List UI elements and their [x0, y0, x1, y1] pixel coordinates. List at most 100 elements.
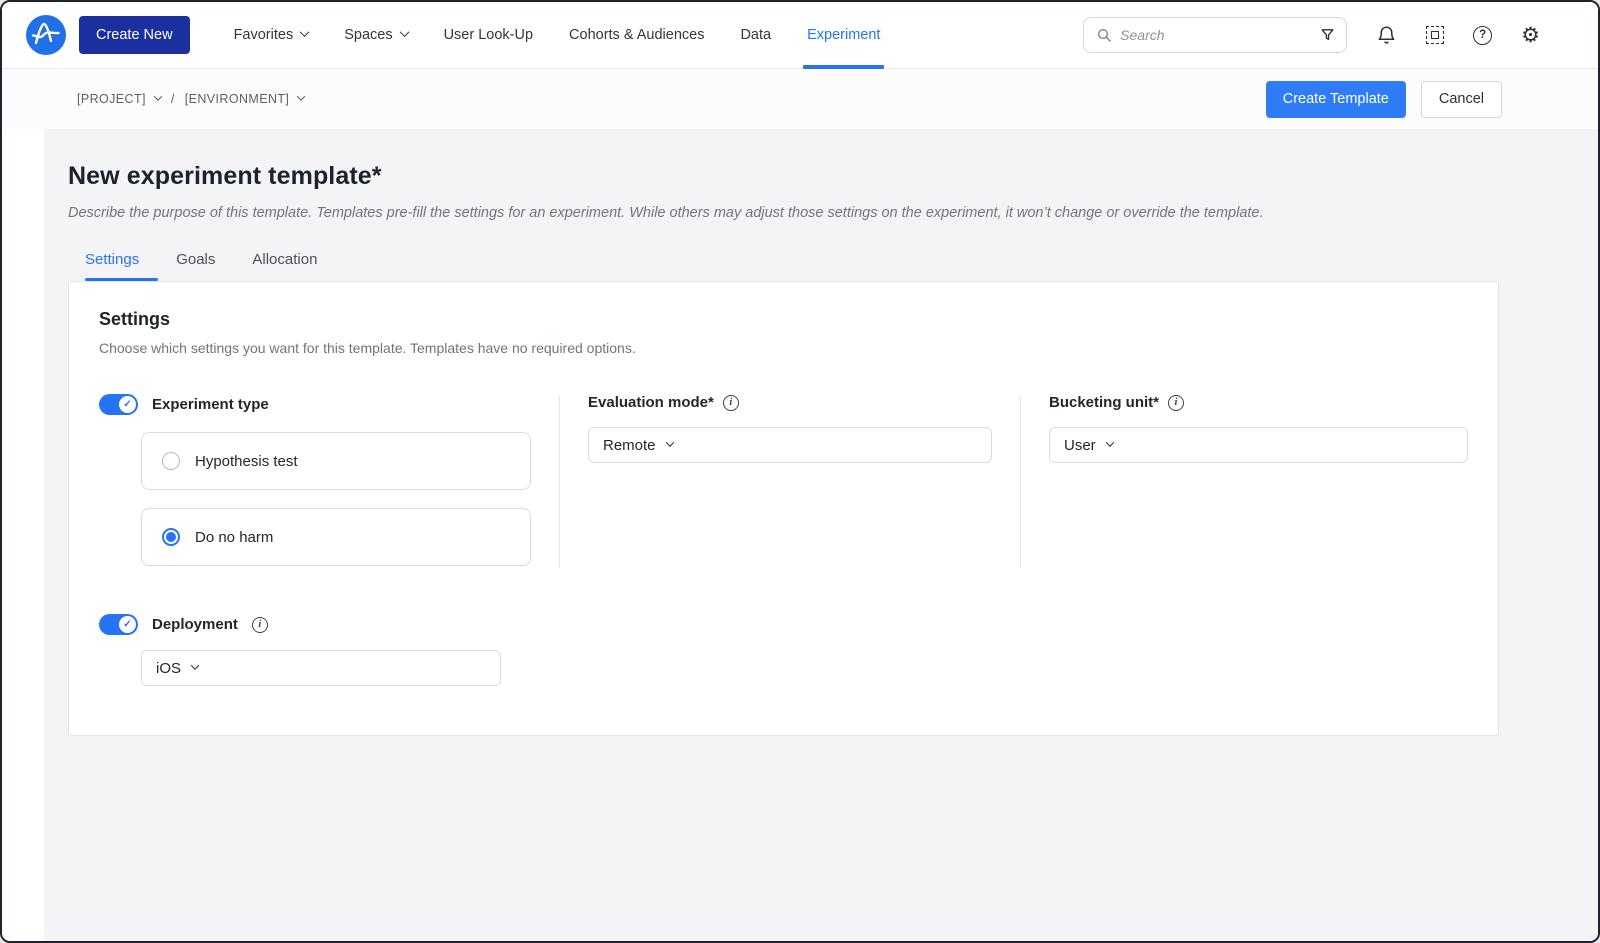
tab-allocation[interactable]: Allocation: [252, 251, 317, 281]
inner-square: [1431, 31, 1439, 39]
deployment-section: ✓ Deployment i iOS: [99, 614, 1468, 686]
nav-icon-group: ? ⚙: [1376, 25, 1540, 46]
deployment-label: Deployment: [152, 616, 238, 633]
help-icon: ?: [1473, 26, 1492, 45]
active-tab-underline: [85, 278, 158, 281]
page-toolbar: [PROJECT] / [ENVIRONMENT] Create Templat…: [2, 69, 1598, 129]
nav-item-label: Experiment: [807, 27, 880, 43]
cancel-button[interactable]: Cancel: [1421, 81, 1502, 118]
breadcrumb-project-label: [PROJECT]: [77, 92, 146, 106]
frame-select-button[interactable]: [1426, 26, 1444, 44]
tab-label: Settings: [85, 251, 139, 268]
chevron-down-icon: [191, 661, 199, 669]
page-description: Describe the purpose of this template. T…: [68, 205, 1499, 221]
left-gutter: [2, 129, 44, 941]
breadcrumb-separator: /: [171, 92, 175, 106]
create-template-button[interactable]: Create Template: [1266, 81, 1406, 118]
nav-item-spaces[interactable]: Spaces: [326, 2, 425, 68]
tab-settings[interactable]: Settings: [85, 251, 139, 281]
tab-label: Goals: [176, 251, 215, 268]
option-do-no-harm[interactable]: Do no harm: [141, 508, 531, 566]
search-input[interactable]: [1120, 27, 1311, 43]
tab-goals[interactable]: Goals: [176, 251, 215, 281]
gear-icon: ⚙: [1521, 25, 1540, 46]
primary-nav: Favorites Spaces User Look-Up Cohorts & …: [216, 2, 899, 68]
experiment-type-toggle-row: ✓ Experiment type: [99, 394, 559, 415]
nav-item-label: User Look-Up: [444, 27, 533, 43]
option-hypothesis-test[interactable]: Hypothesis test: [141, 432, 531, 490]
deployment-select[interactable]: iOS: [141, 650, 501, 686]
breadcrumb: [PROJECT] / [ENVIRONMENT]: [77, 92, 304, 106]
chevron-down-icon: [300, 27, 310, 37]
amplitude-logo-icon[interactable]: [26, 15, 66, 55]
toggle-check-icon: ✓: [119, 396, 136, 413]
breadcrumb-environment-dropdown[interactable]: [ENVIRONMENT]: [185, 92, 305, 106]
main-content: New experiment template* Describe the pu…: [44, 129, 1598, 941]
radio-selected-icon[interactable]: [162, 528, 180, 546]
breadcrumb-project-dropdown[interactable]: [PROJECT]: [77, 92, 161, 106]
nav-item-user-look-up[interactable]: User Look-Up: [426, 2, 551, 68]
info-icon[interactable]: i: [1168, 395, 1184, 411]
settings-panel: Settings Choose which settings you want …: [68, 281, 1499, 736]
bucketing-unit-select[interactable]: User: [1049, 427, 1468, 463]
global-search[interactable]: [1083, 17, 1347, 53]
select-value: iOS: [156, 660, 181, 677]
search-icon: [1096, 27, 1112, 43]
experiment-type-label: Experiment type: [152, 396, 269, 413]
evaluation-mode-select[interactable]: Remote: [588, 427, 992, 463]
toggle-check-icon: ✓: [119, 616, 136, 633]
select-value: Remote: [603, 437, 656, 454]
option-label: Hypothesis test: [195, 453, 298, 470]
amplitude-logo-svg: [26, 15, 66, 55]
chevron-down-icon: [297, 92, 305, 100]
chevron-down-icon: [399, 27, 409, 37]
radio-unselected-icon[interactable]: [162, 452, 180, 470]
experiment-type-toggle[interactable]: ✓: [99, 394, 138, 415]
filter-funnel-icon: [1319, 27, 1336, 44]
radio-dot: [166, 532, 176, 542]
dashed-frame-icon: [1426, 26, 1444, 44]
info-icon[interactable]: i: [252, 617, 268, 633]
deployment-toggle[interactable]: ✓: [99, 614, 138, 635]
chevron-down-icon: [1105, 438, 1113, 446]
experiment-type-options: Hypothesis test Do no harm: [141, 432, 559, 566]
panel-subheading: Choose which settings you want for this …: [99, 340, 1468, 356]
evaluation-mode-label-row: Evaluation mode* i: [588, 394, 992, 411]
page-title: New experiment template*: [68, 162, 1499, 191]
bucketing-unit-section: Bucketing unit* i User: [1021, 394, 1468, 568]
evaluation-mode-label: Evaluation mode*: [588, 394, 714, 411]
search-filter-button[interactable]: [1319, 27, 1336, 44]
app-window: Create New Favorites Spaces User Look-Up…: [0, 0, 1600, 943]
breadcrumb-environment-label: [ENVIRONMENT]: [185, 92, 290, 106]
select-value: User: [1064, 437, 1096, 454]
notifications-button[interactable]: [1376, 25, 1397, 46]
active-nav-underline: [803, 65, 884, 69]
bell-icon: [1376, 25, 1397, 46]
settings-columns: ✓ Experiment type Hypothesis test: [99, 394, 1468, 568]
experiment-type-section: ✓ Experiment type Hypothesis test: [99, 394, 559, 568]
deployment-toggle-row: ✓ Deployment i: [99, 614, 1468, 635]
bucketing-unit-label-row: Bucketing unit* i: [1049, 394, 1468, 411]
nav-item-label: Spaces: [344, 27, 392, 43]
nav-item-label: Data: [740, 27, 771, 43]
create-new-button[interactable]: Create New: [79, 16, 190, 54]
nav-item-data[interactable]: Data: [722, 2, 789, 68]
help-glyph: ?: [1479, 29, 1486, 41]
chevron-down-icon: [154, 92, 162, 100]
content-row: New experiment template* Describe the pu…: [2, 129, 1598, 941]
nav-item-favorites[interactable]: Favorites: [216, 2, 327, 68]
nav-item-label: Cohorts & Audiences: [569, 27, 704, 43]
nav-item-experiment[interactable]: Experiment: [789, 2, 898, 68]
info-icon[interactable]: i: [723, 395, 739, 411]
panel-heading: Settings: [99, 309, 1468, 330]
tab-label: Allocation: [252, 251, 317, 268]
top-nav: Create New Favorites Spaces User Look-Up…: [2, 2, 1598, 69]
help-button[interactable]: ?: [1473, 26, 1492, 45]
template-tabs: Settings Goals Allocation: [68, 251, 1499, 281]
nav-item-label: Favorites: [234, 27, 294, 43]
settings-button[interactable]: ⚙: [1521, 25, 1540, 46]
option-label: Do no harm: [195, 529, 273, 546]
evaluation-mode-section: Evaluation mode* i Remote: [560, 394, 1020, 568]
chevron-down-icon: [665, 438, 673, 446]
nav-item-cohorts-audiences[interactable]: Cohorts & Audiences: [551, 2, 722, 68]
